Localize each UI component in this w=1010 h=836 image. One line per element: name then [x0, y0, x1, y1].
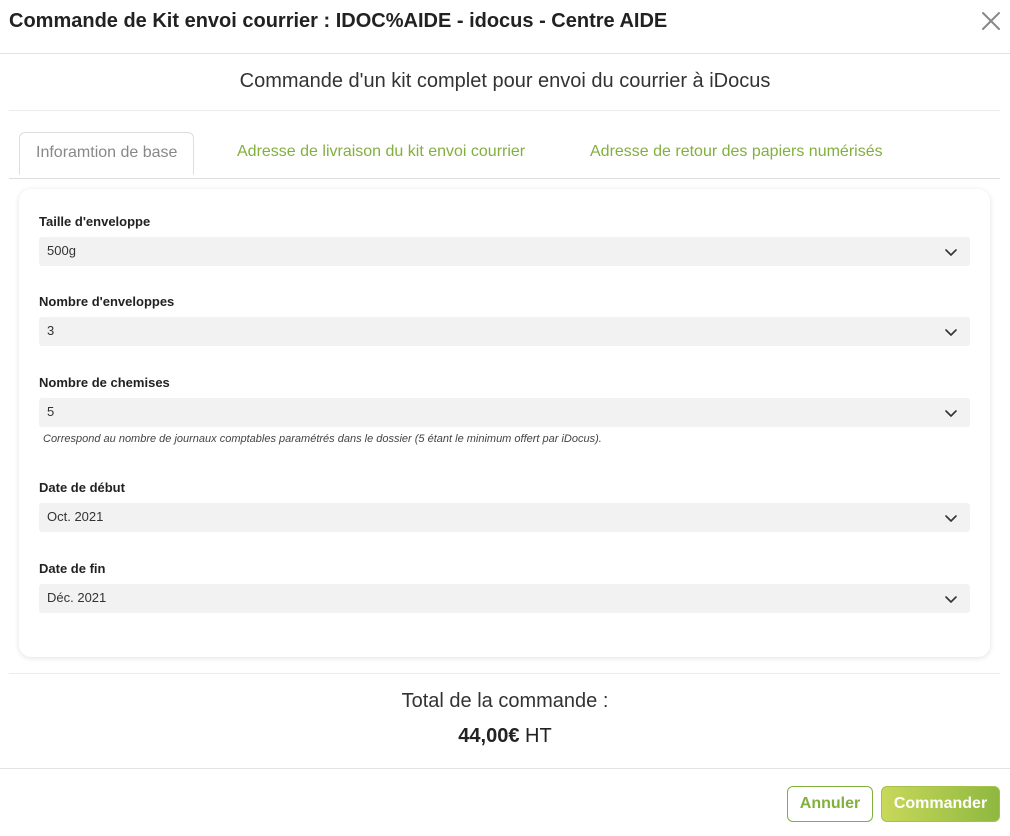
folder-count-field: Nombre de chemises 5 Correspond au nombr… [39, 374, 970, 445]
folder-count-value: 5 [47, 404, 55, 419]
envelope-count-select[interactable]: 3 [39, 317, 970, 346]
end-date-field: Date de fin Déc. 2021 [39, 560, 970, 613]
tab-bar: Inforamtion de base Adresse de livraison… [9, 132, 1000, 179]
start-date-value: Oct. 2021 [47, 509, 104, 524]
form-card: Taille d'enveloppe 500g Nombre d'envelop… [19, 189, 990, 657]
start-date-label: Date de début [39, 480, 125, 495]
chevron-down-icon [944, 592, 958, 606]
divider [9, 673, 1000, 674]
folder-count-label: Nombre de chemises [39, 375, 170, 390]
envelope-count-field: Nombre d'enveloppes 3 [39, 293, 970, 346]
chevron-down-icon [944, 325, 958, 339]
envelope-count-value: 3 [47, 323, 55, 338]
divider [0, 768, 1010, 769]
total-label: Total de la commande : [401, 690, 609, 712]
chevron-down-icon [944, 511, 958, 525]
start-date-select[interactable]: Oct. 2021 [39, 503, 970, 532]
envelope-size-value: 500g [47, 243, 76, 258]
envelope-size-select[interactable]: 500g [39, 237, 970, 266]
total-value: 44,00€ HT [0, 725, 1010, 748]
tab-return-address[interactable]: Adresse de retour des papiers numérisés [590, 132, 883, 174]
tab-basic-info[interactable]: Inforamtion de base [19, 132, 195, 175]
start-date-field: Date de début Oct. 2021 [39, 479, 970, 532]
chevron-down-icon [944, 406, 958, 420]
envelope-count-label: Nombre d'enveloppes [39, 294, 175, 309]
end-date-value: Déc. 2021 [47, 590, 107, 605]
modal-title: Commande de Kit envoi courrier : IDOC%AI… [9, 10, 668, 32]
cancel-button[interactable]: Annuler [787, 786, 873, 822]
modal-header: Commande de Kit envoi courrier : IDOC%AI… [0, 0, 1010, 54]
tab-delivery-address[interactable]: Adresse de livraison du kit envoi courri… [237, 132, 525, 174]
order-button[interactable]: Commander [881, 786, 1000, 822]
envelope-size-label: Taille d'enveloppe [39, 214, 151, 229]
folder-count-help: Correspond au nombre de journaux comptab… [43, 433, 602, 445]
divider [9, 110, 1000, 111]
close-icon[interactable] [980, 10, 1002, 32]
end-date-label: Date de fin [39, 561, 106, 576]
total-suffix: HT [525, 725, 552, 747]
envelope-size-field: Taille d'enveloppe 500g [39, 213, 970, 266]
chevron-down-icon [944, 245, 958, 259]
end-date-select[interactable]: Déc. 2021 [39, 584, 970, 613]
folder-count-select[interactable]: 5 [39, 398, 970, 427]
total-amount: 44,00€ [458, 725, 520, 747]
modal-subtitle: Commande d'un kit complet pour envoi du … [239, 70, 771, 92]
